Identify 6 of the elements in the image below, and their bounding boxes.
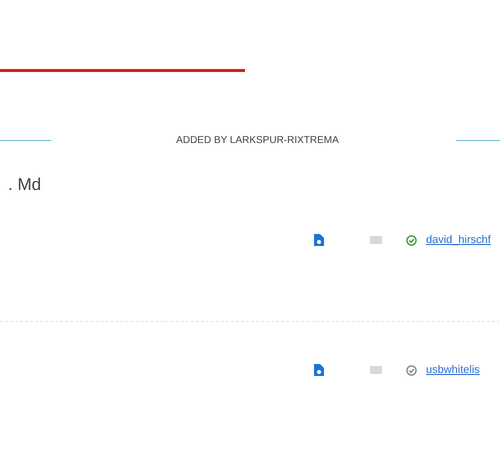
document-icon[interactable] (314, 234, 324, 246)
user-link[interactable]: usbwhitelis (426, 362, 480, 378)
user-link[interactable]: david_hirschf (426, 232, 491, 248)
section-heading: ADDED BY LARKSPUR-RIXTREMA (176, 134, 339, 148)
document-icon[interactable] (314, 364, 324, 376)
section-title: . Md (8, 175, 42, 194)
